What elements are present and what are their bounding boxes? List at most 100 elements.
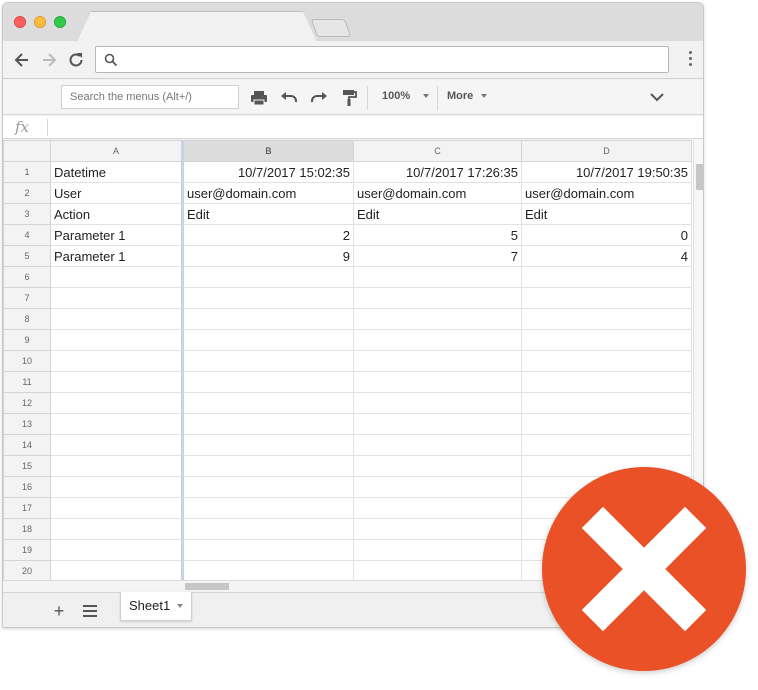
print-icon[interactable]: [249, 88, 269, 108]
cell-a11[interactable]: [50, 371, 183, 393]
row-header[interactable]: 11: [3, 371, 51, 393]
column-header-a[interactable]: A: [50, 140, 183, 162]
cell-d7[interactable]: [521, 287, 692, 309]
cell-c15[interactable]: [353, 455, 522, 477]
cell-a20[interactable]: [50, 560, 183, 580]
minimize-window-button[interactable]: [34, 16, 46, 28]
cell-c3[interactable]: Edit: [353, 203, 522, 225]
cell-b13[interactable]: [181, 413, 354, 435]
row-header[interactable]: 20: [3, 560, 51, 580]
cell-b4[interactable]: 2: [181, 224, 354, 246]
row-header[interactable]: 17: [3, 497, 51, 519]
cell-a1[interactable]: Datetime: [50, 161, 183, 183]
cell-b19[interactable]: [181, 539, 354, 561]
horizontal-scroll-thumb[interactable]: [185, 583, 229, 590]
row-header[interactable]: 3: [3, 203, 51, 225]
cell-c10[interactable]: [353, 350, 522, 372]
row-header[interactable]: 15: [3, 455, 51, 477]
cell-d10[interactable]: [521, 350, 692, 372]
cell-d14[interactable]: [521, 434, 692, 456]
redo-icon[interactable]: [309, 88, 329, 108]
cell-a7[interactable]: [50, 287, 183, 309]
column-header-b[interactable]: B: [181, 140, 354, 162]
cell-a15[interactable]: [50, 455, 183, 477]
cell-b6[interactable]: [181, 266, 354, 288]
menu-search-input[interactable]: Search the menus (Alt+/): [61, 85, 239, 109]
cell-a5[interactable]: Parameter 1: [50, 245, 183, 267]
row-header[interactable]: 14: [3, 434, 51, 456]
cell-b3[interactable]: Edit: [181, 203, 354, 225]
cell-a4[interactable]: Parameter 1: [50, 224, 183, 246]
row-header[interactable]: 8: [3, 308, 51, 330]
forward-button[interactable]: [39, 50, 59, 70]
undo-icon[interactable]: [279, 88, 299, 108]
cell-a9[interactable]: [50, 329, 183, 351]
row-header[interactable]: 7: [3, 287, 51, 309]
cell-b18[interactable]: [181, 518, 354, 540]
column-header-c[interactable]: C: [353, 140, 522, 162]
cell-a16[interactable]: [50, 476, 183, 498]
cell-a18[interactable]: [50, 518, 183, 540]
cell-c18[interactable]: [353, 518, 522, 540]
cell-c12[interactable]: [353, 392, 522, 414]
chevron-down-icon[interactable]: [649, 89, 665, 105]
row-header[interactable]: 18: [3, 518, 51, 540]
cell-d2[interactable]: user@domain.com: [521, 182, 692, 204]
cell-d8[interactable]: [521, 308, 692, 330]
cell-a6[interactable]: [50, 266, 183, 288]
cell-b1[interactable]: 10/7/2017 15:02:35: [181, 161, 354, 183]
paint-format-icon[interactable]: [339, 88, 359, 108]
cell-d9[interactable]: [521, 329, 692, 351]
row-header[interactable]: 10: [3, 350, 51, 372]
cell-b2[interactable]: user@domain.com: [181, 182, 354, 204]
address-bar[interactable]: [95, 46, 669, 73]
cell-a19[interactable]: [50, 539, 183, 561]
cell-c17[interactable]: [353, 497, 522, 519]
cell-c2[interactable]: user@domain.com: [353, 182, 522, 204]
row-header[interactable]: 4: [3, 224, 51, 246]
cell-b11[interactable]: [181, 371, 354, 393]
cell-c13[interactable]: [353, 413, 522, 435]
row-header[interactable]: 12: [3, 392, 51, 414]
cell-a12[interactable]: [50, 392, 183, 414]
row-header[interactable]: 9: [3, 329, 51, 351]
column-header-d[interactable]: D: [521, 140, 692, 162]
reload-button[interactable]: [66, 50, 86, 70]
cell-c11[interactable]: [353, 371, 522, 393]
row-header[interactable]: 5: [3, 245, 51, 267]
cell-c1[interactable]: 10/7/2017 17:26:35: [353, 161, 522, 183]
cell-d4[interactable]: 0: [521, 224, 692, 246]
sheet-tab-caret-icon[interactable]: [177, 604, 183, 608]
cell-d11[interactable]: [521, 371, 692, 393]
row-header[interactable]: 1: [3, 161, 51, 183]
cell-b12[interactable]: [181, 392, 354, 414]
back-button[interactable]: [12, 50, 32, 70]
row-header[interactable]: 19: [3, 539, 51, 561]
row-header[interactable]: 13: [3, 413, 51, 435]
cell-c20[interactable]: [353, 560, 522, 580]
row-header[interactable]: 6: [3, 266, 51, 288]
more-button[interactable]: More: [447, 90, 473, 102]
cell-d12[interactable]: [521, 392, 692, 414]
row-header[interactable]: 16: [3, 476, 51, 498]
cell-c8[interactable]: [353, 308, 522, 330]
cell-b10[interactable]: [181, 350, 354, 372]
cell-d6[interactable]: [521, 266, 692, 288]
formula-input[interactable]: [55, 120, 655, 136]
cell-b8[interactable]: [181, 308, 354, 330]
cell-a8[interactable]: [50, 308, 183, 330]
cell-d1[interactable]: 10/7/2017 19:50:35: [521, 161, 692, 183]
cell-c19[interactable]: [353, 539, 522, 561]
cell-d3[interactable]: Edit: [521, 203, 692, 225]
cell-b5[interactable]: 9: [181, 245, 354, 267]
cell-b9[interactable]: [181, 329, 354, 351]
cell-c16[interactable]: [353, 476, 522, 498]
vertical-scroll-thumb[interactable]: [696, 164, 703, 190]
sheet-tab-sheet1[interactable]: Sheet1: [120, 592, 192, 621]
cell-a2[interactable]: User: [50, 182, 183, 204]
cell-b7[interactable]: [181, 287, 354, 309]
cell-b20[interactable]: [181, 560, 354, 580]
cell-b17[interactable]: [181, 497, 354, 519]
cell-a10[interactable]: [50, 350, 183, 372]
close-window-button[interactable]: [14, 16, 26, 28]
